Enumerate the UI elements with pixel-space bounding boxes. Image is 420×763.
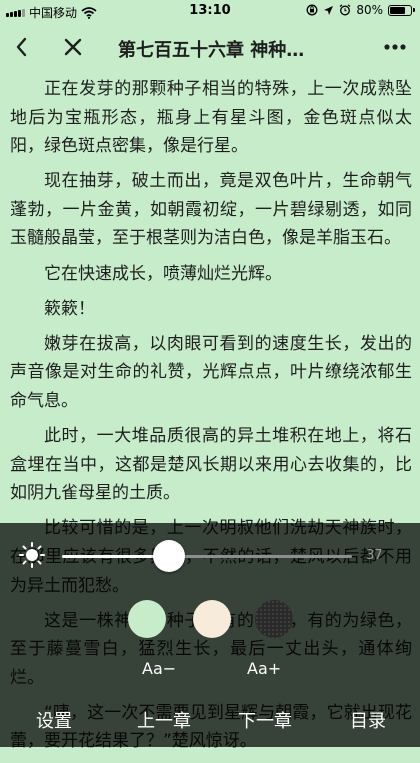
paragraph: 簌簌！	[44, 298, 95, 319]
battery-icon	[388, 4, 415, 16]
theme-green-button[interactable]	[128, 600, 166, 638]
battery-percent: 80%	[356, 3, 383, 17]
paragraph: 嫩芽在拔高，以肉眼可看到的速度生长，发出的声音像是对生命的礼赞，光辉点点，叶片缭…	[10, 333, 412, 411]
back-arrow-icon[interactable]	[10, 34, 36, 60]
brightness-icon	[19, 542, 45, 568]
theme-cream-button[interactable]	[193, 600, 231, 638]
status-right: 80%	[306, 3, 415, 17]
nav-bar: 第七百五十六章 神种…	[0, 22, 420, 74]
theme-dark-button[interactable]	[255, 600, 293, 638]
brightness-value: 37	[366, 548, 383, 563]
next-chapter-button[interactable]: 下一章	[238, 707, 292, 733]
status-bar: 中国移动 13:10 80%	[0, 0, 420, 22]
paragraph: 它在快速成长，喷薄灿烂光辉。	[44, 263, 282, 284]
alarm-icon	[339, 4, 351, 16]
font-decrease-button[interactable]: Aa−	[142, 659, 176, 678]
more-icon[interactable]	[380, 34, 410, 60]
orientation-lock-icon	[306, 4, 318, 16]
prev-chapter-button[interactable]: 上一章	[137, 707, 191, 733]
close-icon[interactable]	[60, 34, 86, 60]
location-icon	[324, 5, 334, 15]
page-title: 第七百五十六章 神种…	[118, 40, 305, 61]
paragraph: 正在发芽的那颗种子相当的特殊，上一次成熟坠地后为宝瓶形态，瓶身上有星斗图，金色斑…	[10, 79, 412, 157]
brightness-slider[interactable]	[62, 555, 352, 558]
table-of-contents-button[interactable]: 目录	[350, 707, 386, 733]
paragraph: 此时，一大堆品质很高的异土堆积在地上，将石盒埋在当中，这都是楚风长期以来用心去收…	[10, 426, 412, 504]
paragraph: 现在抽芽，破土而出，竟是双色叶片，生命朝气蓬勃，一片金黄，如朝霞初绽，一片碧绿剔…	[10, 171, 412, 249]
font-increase-button[interactable]: Aa+	[247, 659, 281, 678]
settings-button[interactable]: 设置	[36, 707, 72, 733]
